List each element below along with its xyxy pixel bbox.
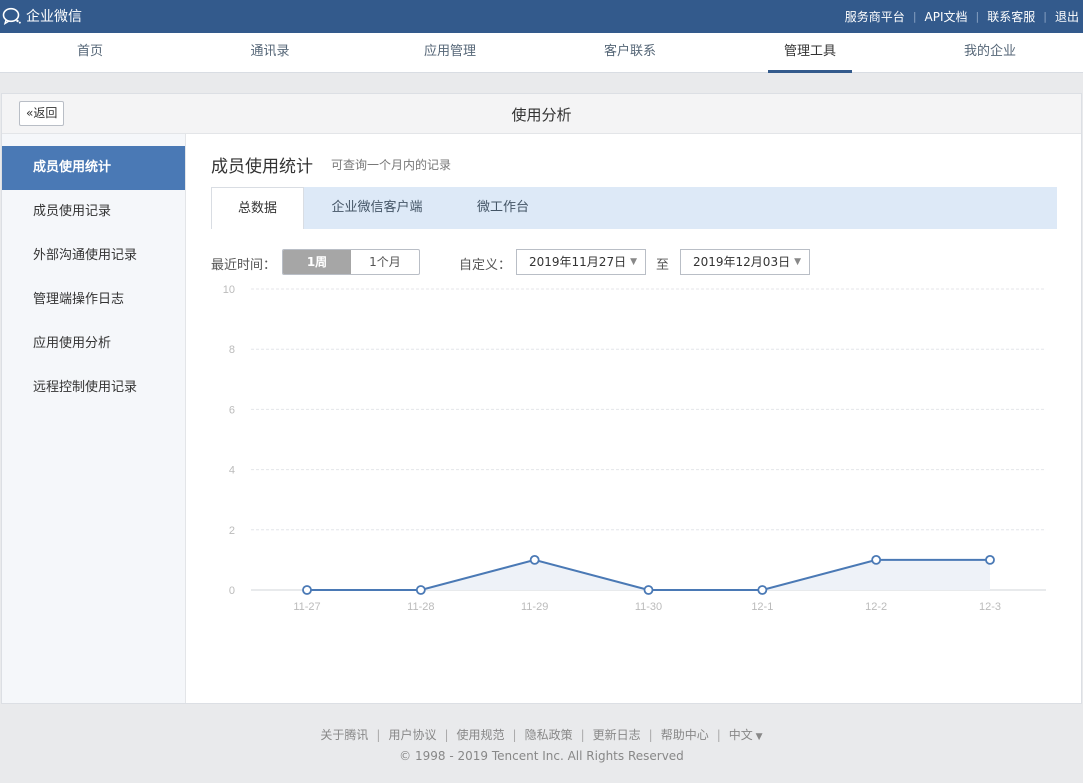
copyright: © 1998 - 2019 Tencent Inc. All Rights Re… (399, 749, 684, 763)
divider: | (912, 10, 917, 23)
x-tick-label: 11-29 (521, 601, 548, 613)
content-area: 成员使用统计 可查询一个月内的记录 总数据 企业微信客户端 微工作台 最近时间：… (211, 134, 1057, 703)
y-tick-label: 2 (229, 525, 235, 537)
footer-links: 关于腾讯 | 用户协议 | 使用规范 | 隐私政策 | 更新日志 | 帮助中心 | 中文 ▼ (0, 726, 1083, 743)
sidebar-item-app-usage-analysis[interactable]: 应用使用分析 (2, 322, 185, 366)
sidebar: 成员使用统计 成员使用记录 外部沟通使用记录 管理端操作日志 应用使用分析 远程… (2, 134, 186, 703)
wecom-logo-icon (2, 7, 21, 25)
divider: | (376, 727, 381, 742)
sidebar-item-admin-operation-log[interactable]: 管理端操作日志 (2, 278, 185, 322)
tab-bar: 总数据 企业微信客户端 微工作台 (211, 187, 1057, 229)
sidebar-item-remote-control-records[interactable]: 远程控制使用记录 (2, 366, 185, 410)
x-tick-label: 11-30 (635, 601, 662, 613)
nav-contacts[interactable]: 通讯录 (180, 33, 360, 72)
end-date-select[interactable]: 2019年12月03日 ▼ (680, 249, 810, 275)
footer-link-language-select[interactable]: 中文 ▼ (729, 726, 763, 743)
link-api-docs[interactable]: API文档 (925, 8, 968, 25)
recent-time-label: 最近时间： (211, 258, 277, 273)
divider: | (716, 727, 721, 742)
divider: | (580, 727, 585, 742)
caret-down-icon: ▼ (794, 257, 801, 267)
main-panel: «返回 使用分析 成员使用统计 成员使用记录 外部沟通使用记录 管理端操作日志 … (1, 93, 1082, 704)
footer: 关于腾讯 | 用户协议 | 使用规范 | 隐私政策 | 更新日志 | 帮助中心 | 中文 ▼ © 199… (0, 726, 1083, 764)
data-point (643, 585, 654, 595)
nav-customer-contact[interactable]: 客户联系 (540, 33, 720, 72)
footer-link-about-tencent[interactable]: 关于腾讯 (320, 726, 368, 743)
y-tick-label: 10 (223, 284, 235, 296)
sidebar-item-member-usage-stats[interactable]: 成员使用统计 (2, 146, 185, 190)
x-tick-label: 12-1 (751, 601, 773, 613)
data-point (871, 554, 882, 565)
top-bar: 企业微信 服务商平台 | API文档 | 联系客服 | 退出 (0, 0, 1083, 33)
range-option-week[interactable]: 1周 (283, 250, 351, 274)
end-date-value: 2019年12月03日 (693, 255, 791, 269)
footer-link-help-center[interactable]: 帮助中心 (661, 726, 709, 743)
footer-link-privacy-policy[interactable]: 隐私政策 (525, 726, 573, 743)
link-logout[interactable]: 退出 (1055, 8, 1079, 25)
y-tick-label: 8 (229, 344, 235, 356)
data-point (529, 554, 540, 565)
data-point (985, 554, 995, 565)
sidebar-item-member-usage-records[interactable]: 成员使用记录 (2, 190, 185, 234)
custom-label: 自定义： (459, 258, 512, 273)
to-label: 至 (656, 258, 670, 273)
section-title: 成员使用统计 (211, 157, 313, 177)
sidebar-item-external-communication[interactable]: 外部沟通使用记录 (2, 234, 185, 278)
divider: | (512, 727, 517, 742)
divider: | (975, 10, 980, 23)
top-links: 服务商平台 | API文档 | 联系客服 | 退出 (845, 8, 1079, 25)
brand[interactable]: 企业微信 (2, 6, 82, 26)
start-date-value: 2019年11月27日 (529, 255, 627, 269)
y-tick-label: 4 (229, 465, 235, 477)
data-point (415, 585, 426, 595)
tab-total-data[interactable]: 总数据 (211, 187, 304, 229)
divider: | (648, 727, 653, 742)
nav-home[interactable]: 首页 (0, 33, 180, 72)
nav-my-enterprise[interactable]: 我的企业 (900, 33, 1080, 72)
y-tick-label: 6 (229, 404, 235, 416)
footer-link-update-log[interactable]: 更新日志 (593, 726, 641, 743)
range-segmented-control: 1周 1个月 (282, 249, 420, 275)
panel-header: «返回 使用分析 (2, 94, 1081, 134)
divider: | (1043, 10, 1047, 23)
caret-down-icon: ▼ (752, 732, 763, 742)
data-point (757, 585, 768, 595)
usage-chart: 0 2 4 6 8 10 11-27 11-28 11-29 11-30 12-1 12-2 12-3 (223, 284, 1046, 613)
section-subtitle: 可查询一个月内的记录 (331, 158, 452, 172)
start-date-select[interactable]: 2019年11月27日 ▼ (516, 249, 646, 275)
footer-link-user-agreement[interactable]: 用户协议 (388, 726, 436, 743)
footer-link-usage-rules[interactable]: 使用规范 (457, 726, 505, 743)
link-service-platform[interactable]: 服务商平台 (845, 8, 905, 25)
data-point (302, 585, 312, 595)
nav-management-tools[interactable]: 管理工具 (720, 33, 900, 73)
filter-row: 最近时间： 1周 1个月 自定义： 2019年11月27日 ▼ 至 2019年1… (211, 248, 1057, 276)
caret-down-icon: ▼ (630, 257, 637, 267)
x-tick-label: 11-27 (293, 601, 320, 613)
tab-wecom-client[interactable]: 企业微信客户端 (304, 187, 450, 229)
nav-app-management[interactable]: 应用管理 (360, 33, 540, 72)
page-title: 使用分析 (511, 106, 572, 124)
link-contact-support[interactable]: 联系客服 (987, 8, 1035, 25)
x-tick-label: 12-3 (979, 601, 1001, 613)
divider: | (444, 727, 449, 742)
tab-micro-workbench[interactable]: 微工作台 (450, 187, 556, 229)
x-tick-label: 12-2 (865, 601, 887, 613)
range-option-month[interactable]: 1个月 (351, 250, 419, 274)
brand-name: 企业微信 (26, 9, 82, 25)
x-tick-label: 11-28 (407, 601, 434, 613)
y-tick-label: 0 (229, 585, 235, 597)
main-nav: 首页 通讯录 应用管理 客户联系 管理工具 我的企业 (0, 33, 1083, 73)
